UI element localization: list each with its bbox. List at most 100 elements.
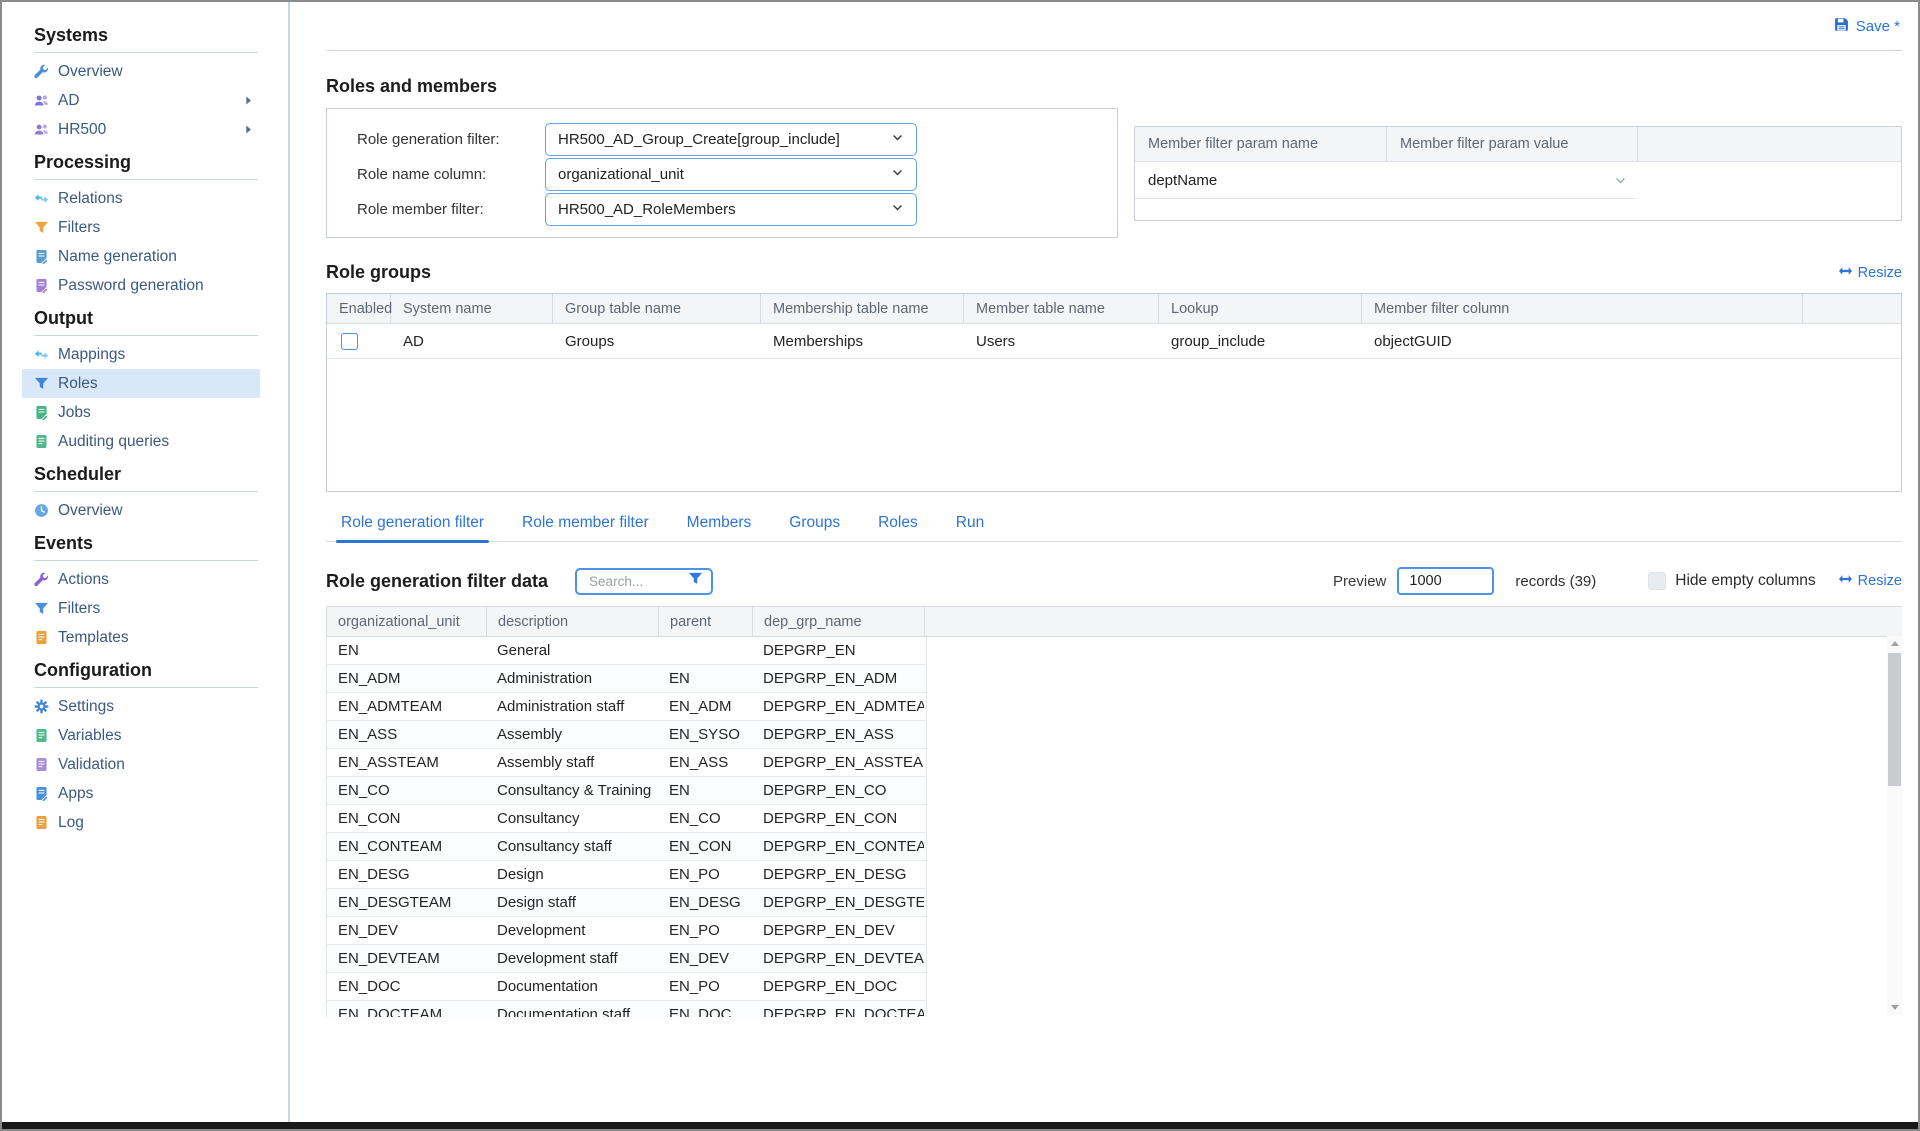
sidebar-item-overview[interactable]: Overview xyxy=(22,496,260,525)
sidebar-item-apps[interactable]: Apps xyxy=(22,779,260,808)
sidebar-section-title-systems: Systems xyxy=(34,25,258,45)
section-divider xyxy=(34,687,258,688)
role-member-filter-select[interactable]: HR500_AD_RoleMembers xyxy=(545,193,917,226)
select-value: HR500_AD_Group_Create[group_include] xyxy=(558,131,840,148)
section-divider xyxy=(34,335,258,336)
table-row[interactable]: EN_DESGTEAMDesign staffEN_DESGDEPGRP_EN_… xyxy=(327,889,926,917)
cell: EN_DESG xyxy=(327,866,486,883)
sidebar-item-variables[interactable]: Variables xyxy=(22,721,260,750)
form-row: Role name column:organizational_unit xyxy=(327,157,1117,192)
sidebar-section-title-processing: Processing xyxy=(34,152,258,172)
role-generation-filter-select[interactable]: HR500_AD_Group_Create[group_include] xyxy=(545,123,917,156)
chevron-down-icon[interactable] xyxy=(1614,174,1627,187)
table-row[interactable]: EN_DESGDesignEN_PODEPGRP_EN_DESG xyxy=(327,861,926,889)
cell: Assembly staff xyxy=(486,754,658,771)
select-value: HR500_AD_RoleMembers xyxy=(558,201,736,218)
sidebar-item-actions[interactable]: Actions xyxy=(22,565,260,594)
search-input[interactable] xyxy=(587,573,688,590)
enabled-checkbox[interactable] xyxy=(341,333,358,350)
table-row[interactable]: EN_DEVDevelopmentEN_PODEPGRP_EN_DEV xyxy=(327,917,926,945)
search-funnel-icon xyxy=(688,571,703,591)
table-row[interactable]: EN_DOCTEAMDocumentation staffEN_DOCDEPGR… xyxy=(327,1001,926,1017)
sidebar-item-overview[interactable]: Overview xyxy=(22,57,260,86)
cell: Consultancy & Training xyxy=(486,782,658,799)
cell: DEPGRP_EN_CONTEAM xyxy=(752,838,924,855)
vertical-scrollbar[interactable] xyxy=(1887,636,1902,1015)
sidebar-item-roles[interactable]: Roles xyxy=(22,369,260,398)
header-cell-enabled: Enabled xyxy=(327,294,391,323)
cell: DEPGRP_EN_DEVTEAM xyxy=(752,950,924,967)
role-group-row[interactable]: ADGroupsMembershipsUsersgroup_includeobj… xyxy=(327,324,1901,359)
cell: DEPGRP_EN_DESGTEAM xyxy=(752,894,924,911)
docpen-icon xyxy=(34,405,51,420)
save-button[interactable]: Save * xyxy=(1834,17,1902,36)
sidebar-item-jobs[interactable]: Jobs xyxy=(22,398,260,427)
tab-roles[interactable]: Roles xyxy=(876,514,920,541)
section-divider xyxy=(34,52,258,53)
scroll-up-icon[interactable] xyxy=(1887,636,1902,651)
scrollbar-thumb[interactable] xyxy=(1888,653,1901,786)
header-cell-description: description xyxy=(487,607,659,636)
tab-members[interactable]: Members xyxy=(685,514,754,541)
table-row[interactable]: EN_CONConsultancyEN_CODEPGRP_EN_CON xyxy=(327,805,926,833)
form-row: Role generation filter:HR500_AD_Group_Cr… xyxy=(327,122,1117,157)
tab-run[interactable]: Run xyxy=(954,514,986,541)
sidebar-item-relations[interactable]: Relations xyxy=(22,184,260,213)
table-row[interactable]: EN_ADMTEAMAdministration staffEN_ADMDEPG… xyxy=(327,693,926,721)
role-name-column-select[interactable]: organizational_unit xyxy=(545,158,917,191)
table-row[interactable]: ENGeneralDEPGRP_EN xyxy=(327,637,926,665)
sidebar-item-templates[interactable]: Templates xyxy=(22,623,260,652)
filter-data-table-header: organizational_unitdescriptionparentdep_… xyxy=(326,606,1902,637)
table-row[interactable]: EN_DOCDocumentationEN_PODEPGRP_EN_DOC xyxy=(327,973,926,1001)
param-table-row[interactable]: deptName xyxy=(1135,162,1901,199)
cell: DEPGRP_EN_DOCTEAM xyxy=(752,1006,924,1017)
table-row[interactable]: EN_DEVTEAMDevelopment staffEN_DEVDEPGRP_… xyxy=(327,945,926,973)
tab-groups[interactable]: Groups xyxy=(787,514,842,541)
scroll-down-icon[interactable] xyxy=(1887,1000,1902,1015)
sidebar-item-filters[interactable]: Filters xyxy=(22,213,260,242)
sidebar-section-title-output: Output xyxy=(34,308,258,328)
sidebar-item-validation[interactable]: Validation xyxy=(22,750,260,779)
table-row[interactable]: EN_ASSAssemblyEN_SYSODEPGRP_EN_ASS xyxy=(327,721,926,749)
resize-arrows-icon xyxy=(1838,573,1853,589)
sidebar-item-settings[interactable]: Settings xyxy=(22,692,260,721)
app-window: { "colors": { "accent_blue": "#2b72d9", … xyxy=(0,0,1920,1131)
header-cell: Member filter param value xyxy=(1386,127,1637,161)
sidebar-item-hr500[interactable]: HR500 xyxy=(22,115,260,144)
sidebar-item-password-generation[interactable]: Password generation xyxy=(22,271,260,300)
sidebar-item-name-generation[interactable]: Name generation xyxy=(22,242,260,271)
hide-empty-columns-checkbox[interactable] xyxy=(1648,572,1666,590)
sidebar-item-log[interactable]: Log xyxy=(22,808,260,837)
cell: Assembly xyxy=(486,726,658,743)
docpen-icon xyxy=(34,786,51,801)
cell: EN xyxy=(658,782,752,799)
cell: objectGUID xyxy=(1362,333,1803,350)
hide-empty-columns-label: Hide empty columns xyxy=(1675,572,1815,590)
table-row[interactable]: EN_ASSTEAMAssembly staffEN_ASSDEPGRP_EN_… xyxy=(327,749,926,777)
save-label: Save * xyxy=(1856,18,1900,35)
cell: EN_CONTEAM xyxy=(327,838,486,855)
tab-role-member-filter[interactable]: Role member filter xyxy=(520,514,651,541)
role-groups-resize-button[interactable]: Resize xyxy=(1838,265,1902,281)
header-cell: Member filter param name xyxy=(1135,127,1386,161)
cell: EN_DOCTEAM xyxy=(327,1006,486,1017)
filter-data-resize-button[interactable]: Resize xyxy=(1838,573,1902,589)
cell: Documentation staff xyxy=(486,1006,658,1017)
header-cell-member-table-name: Member table name xyxy=(964,294,1159,323)
table-row[interactable]: EN_COConsultancy & TrainingENDEPGRP_EN_C… xyxy=(327,777,926,805)
role-groups-header: Role groups Resize xyxy=(326,262,1902,283)
sidebar-section-title-configuration: Configuration xyxy=(34,660,258,680)
header-cell-empty xyxy=(1637,127,1901,161)
main-content: Save * Roles and members Role generation… xyxy=(294,2,1918,1122)
tab-role-generation-filter[interactable]: Role generation filter xyxy=(339,514,486,541)
sidebar-item-auditing-queries[interactable]: Auditing queries xyxy=(22,427,260,456)
preview-count-input[interactable] xyxy=(1397,567,1494,595)
sidebar-item-filters[interactable]: Filters xyxy=(22,594,260,623)
roles-and-members-section: Role generation filter:HR500_AD_Group_Cr… xyxy=(326,108,1902,238)
table-row[interactable]: EN_CONTEAMConsultancy staffEN_CONDEPGRP_… xyxy=(327,833,926,861)
sidebar-item-mappings[interactable]: Mappings xyxy=(22,340,260,369)
cell: EN_ADM xyxy=(327,670,486,687)
sidebar-item-ad[interactable]: AD xyxy=(22,86,260,115)
sidebar-item-label: Roles xyxy=(58,375,98,393)
table-row[interactable]: EN_ADMAdministrationENDEPGRP_EN_ADM xyxy=(327,665,926,693)
